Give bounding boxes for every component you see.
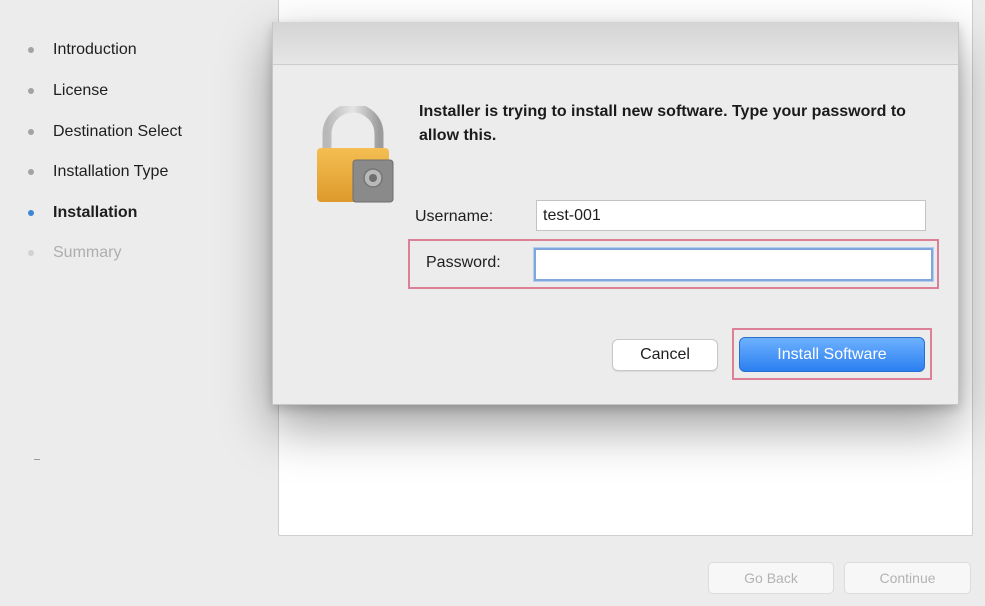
step-label: Introduction (53, 41, 137, 58)
lock-icon (317, 106, 394, 203)
username-label: Username: (415, 208, 494, 225)
step-bullet-icon (28, 169, 34, 175)
auth-message: Installer is trying to install new softw… (419, 103, 906, 144)
auth-dialog: Installer is trying to install new softw… (272, 22, 959, 405)
step-license: License (28, 79, 108, 103)
step-destination-select: Destination Select (28, 120, 182, 144)
step-label: Summary (53, 244, 122, 261)
username-field[interactable]: test-001 (536, 200, 926, 231)
step-bullet-icon (28, 88, 34, 94)
step-label: Installation (53, 204, 138, 221)
step-installation: Installation (28, 201, 137, 225)
step-summary: Summary (28, 241, 121, 265)
steps-sidebar: Introduction License Destination Select … (0, 0, 270, 606)
continue-button[interactable]: Continue (844, 562, 971, 594)
go-back-button[interactable]: Go Back (708, 562, 834, 594)
password-label: Password: (426, 254, 501, 271)
step-label: Destination Select (53, 123, 182, 140)
step-installation-type: Installation Type (28, 160, 168, 184)
sidebar-divider (34, 459, 40, 460)
step-bullet-icon (28, 250, 34, 256)
step-label: License (53, 82, 109, 99)
step-label: Installation Type (53, 163, 169, 180)
dialog-title-bar (273, 22, 958, 65)
step-bullet-icon (28, 129, 34, 135)
step-bullet-icon (28, 210, 34, 216)
cancel-button[interactable]: Cancel (612, 339, 718, 371)
password-field[interactable] (534, 248, 933, 281)
step-bullet-icon (28, 47, 34, 53)
step-introduction: Introduction (28, 38, 137, 62)
install-software-button[interactable]: Install Software (739, 337, 925, 372)
